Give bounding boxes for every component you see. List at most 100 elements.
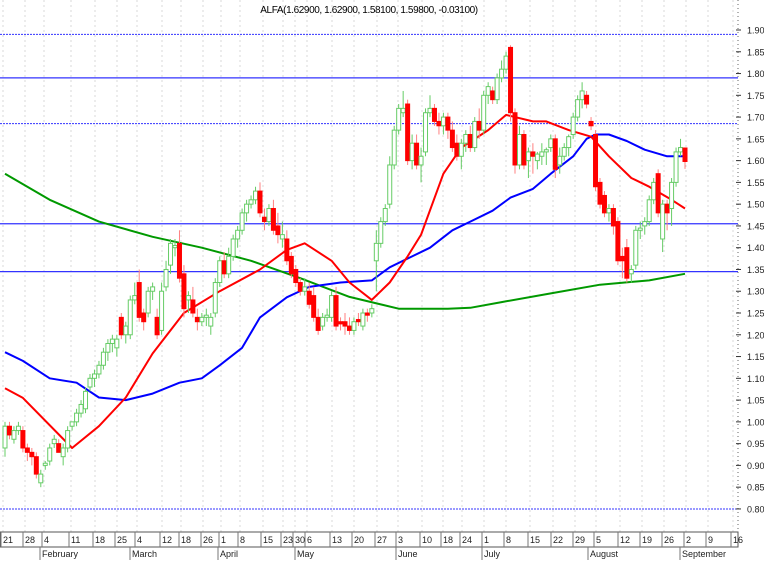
x-tick-label: 9 — [708, 535, 713, 545]
candle-body — [539, 151, 545, 157]
candle-body — [378, 221, 384, 244]
month-label: June — [398, 549, 418, 559]
candle-body — [168, 242, 174, 266]
candle-body — [230, 238, 236, 257]
candle-body — [440, 116, 446, 127]
candle-body — [346, 325, 352, 331]
candle — [248, 195, 254, 209]
x-tick-label: 4 — [44, 535, 49, 545]
candle — [463, 130, 469, 152]
candle-body — [678, 147, 684, 153]
candle — [275, 212, 281, 244]
candle — [163, 260, 169, 292]
candle — [266, 204, 272, 226]
candle — [521, 130, 527, 170]
candle — [47, 443, 53, 466]
candle — [400, 90, 406, 118]
candle-body — [141, 312, 147, 323]
candle — [74, 408, 80, 427]
candle — [230, 234, 236, 261]
candle — [534, 151, 540, 170]
candle-body — [320, 316, 326, 327]
candle — [320, 313, 326, 331]
candle — [96, 360, 102, 379]
candle-body — [655, 173, 661, 214]
candle — [588, 117, 594, 131]
candle — [212, 278, 218, 318]
x-tick-label: 13 — [332, 535, 342, 545]
candle — [660, 199, 666, 253]
candle-body — [355, 319, 361, 323]
y-tick-label: 0.85 — [747, 483, 764, 493]
candle — [494, 73, 500, 105]
candle — [557, 147, 563, 174]
candle-body — [257, 190, 263, 214]
candle — [181, 265, 187, 318]
candle-body — [306, 290, 312, 305]
candle-body — [637, 227, 643, 231]
candle-body — [105, 342, 111, 353]
candle-body — [436, 120, 442, 127]
month-label: July — [484, 549, 501, 559]
candle — [288, 252, 294, 279]
candle-body — [601, 194, 607, 214]
candle — [297, 278, 303, 296]
candle — [338, 317, 344, 331]
candle-body — [212, 282, 218, 314]
x-tick-label: 2 — [686, 535, 691, 545]
x-tick-label: 10 — [422, 535, 432, 545]
candle-body — [615, 221, 621, 262]
y-tick-label: 1.05 — [747, 396, 764, 406]
candle-body — [136, 282, 142, 318]
candle-body — [481, 94, 487, 131]
x-tick-label: 15 — [263, 535, 273, 545]
candle — [190, 286, 196, 318]
candle — [445, 112, 451, 139]
candle — [539, 143, 545, 165]
candle — [382, 204, 388, 226]
candle-body — [315, 316, 321, 331]
candle — [6, 421, 12, 440]
candle — [87, 373, 93, 392]
x-tick-label: 29 — [575, 535, 585, 545]
candle-body — [145, 290, 151, 314]
candle — [530, 143, 536, 174]
x-tick-label: 11 — [71, 535, 80, 545]
candle-body — [217, 260, 223, 284]
candle — [481, 90, 487, 135]
candle — [293, 265, 299, 287]
candle-body — [51, 438, 57, 445]
candle-body — [682, 147, 688, 162]
mid-moving-average-line — [4, 133, 685, 402]
candle-body — [83, 390, 89, 410]
candle-body — [235, 229, 241, 240]
x-tick-label: 1 — [484, 535, 489, 545]
x-tick-label: 16 — [733, 535, 743, 545]
candle — [226, 247, 232, 279]
candle-body — [270, 208, 276, 231]
y-tick-label: 1.25 — [747, 309, 764, 319]
candle — [499, 60, 505, 83]
candle-body — [624, 247, 630, 279]
candle — [351, 317, 357, 335]
x-tick-label: 6 — [307, 535, 312, 545]
candle-body — [65, 430, 71, 449]
candle-body — [266, 208, 272, 223]
candle — [664, 199, 670, 231]
candle — [436, 112, 442, 135]
candle — [346, 317, 352, 335]
candle — [387, 156, 393, 209]
x-tick-label: 4 — [137, 535, 142, 545]
x-tick-label: 25 — [117, 535, 127, 545]
candle — [525, 147, 531, 179]
candle-body — [185, 295, 191, 301]
candles — [2, 45, 688, 488]
y-tick-label: 1.65 — [747, 134, 764, 144]
x-tick-label: 12 — [162, 535, 172, 545]
candle-body — [646, 199, 652, 223]
y-axis: 0.80 0.85 0.90 0.95 1.00 1.05 1.10 1.15 1.20 1.25… — [736, 0, 764, 532]
candle — [584, 90, 590, 109]
candle — [646, 195, 652, 226]
x-tick-label: 8 — [240, 535, 245, 545]
candle-body — [293, 268, 299, 284]
